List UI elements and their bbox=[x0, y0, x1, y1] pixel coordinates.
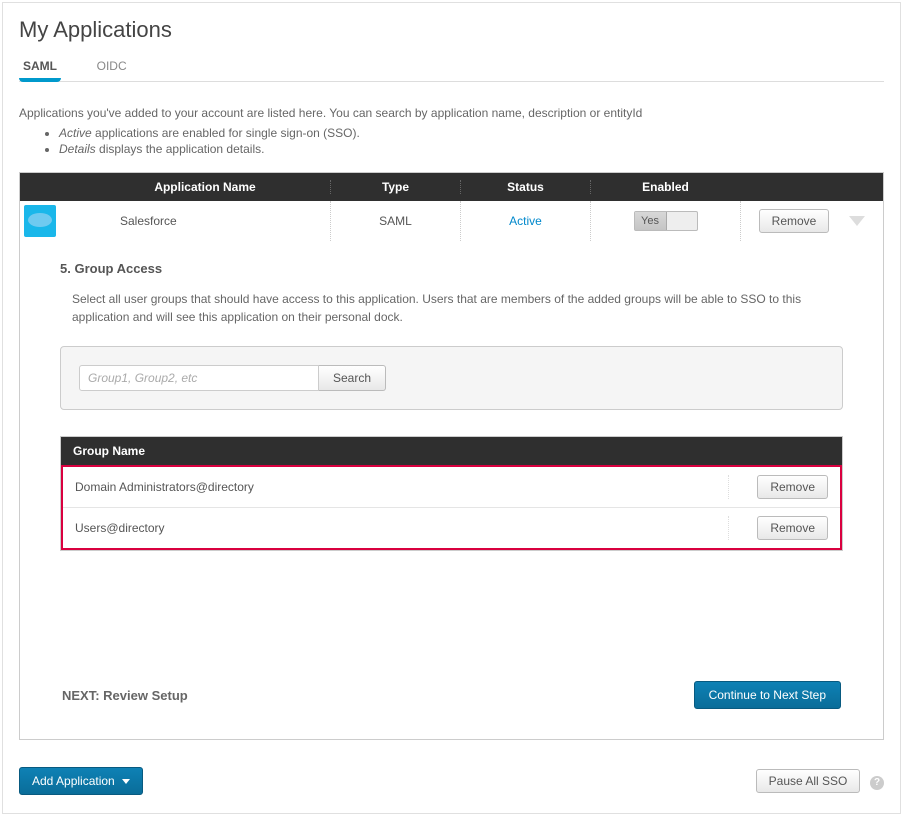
bullet-details: Details displays the application details… bbox=[59, 142, 884, 156]
bullet-active-rest: applications are enabled for single sign… bbox=[92, 126, 360, 140]
bullet-details-em: Details bbox=[59, 142, 96, 156]
group-header: Group Name bbox=[61, 437, 842, 465]
intro-text: Applications you've added to your accoun… bbox=[19, 106, 884, 120]
bullet-details-rest: displays the application details. bbox=[96, 142, 265, 156]
remove-group-button[interactable]: Remove bbox=[757, 475, 828, 499]
next-label: NEXT: Review Setup bbox=[62, 688, 188, 703]
help-icon[interactable]: ? bbox=[870, 776, 884, 790]
add-application-button[interactable]: Add Application bbox=[19, 767, 143, 795]
tab-oidc[interactable]: OIDC bbox=[93, 53, 131, 81]
group-row: Users@directory Remove bbox=[63, 508, 840, 548]
salesforce-icon bbox=[24, 205, 56, 237]
add-application-label: Add Application bbox=[32, 774, 115, 788]
app-name: Salesforce bbox=[80, 201, 330, 241]
next-row: NEXT: Review Setup Continue to Next Step bbox=[60, 681, 843, 709]
continue-button[interactable]: Continue to Next Step bbox=[694, 681, 841, 709]
step-description: Select all user groups that should have … bbox=[72, 290, 843, 326]
toggle-yes-label: Yes bbox=[635, 212, 667, 230]
app-status-link[interactable]: Active bbox=[509, 214, 542, 228]
group-rows-highlight: Domain Administrators@directory Remove U… bbox=[61, 465, 842, 550]
step-title: 5. Group Access bbox=[60, 261, 843, 276]
applications-header: Application Name Type Status Enabled bbox=[20, 173, 883, 201]
group-row: Domain Administrators@directory Remove bbox=[63, 467, 840, 508]
bullet-active: Active applications are enabled for sing… bbox=[59, 126, 884, 140]
group-search-button[interactable]: Search bbox=[319, 365, 386, 391]
applications-panel: Application Name Type Status Enabled Sal… bbox=[19, 172, 884, 740]
intro-bullets: Active applications are enabled for sing… bbox=[59, 126, 884, 156]
remove-app-button[interactable]: Remove bbox=[759, 209, 830, 233]
group-table: Group Name Domain Administrators@directo… bbox=[60, 436, 843, 551]
group-name: Domain Administrators@directory bbox=[75, 480, 728, 494]
tabs: SAML OIDC bbox=[19, 53, 884, 82]
enabled-toggle[interactable]: Yes bbox=[634, 211, 698, 231]
bullet-active-em: Active bbox=[59, 126, 92, 140]
pause-all-sso-button[interactable]: Pause All SSO bbox=[756, 769, 861, 793]
caret-down-icon bbox=[122, 779, 130, 784]
col-header-enabled: Enabled bbox=[590, 180, 740, 194]
group-search-input[interactable] bbox=[79, 365, 319, 391]
page-title: My Applications bbox=[19, 17, 884, 43]
application-row[interactable]: Salesforce SAML Active Yes Remove bbox=[20, 201, 883, 241]
step-panel: 5. Group Access Select all user groups t… bbox=[20, 241, 883, 739]
expand-row-icon[interactable] bbox=[849, 216, 865, 226]
app-type: SAML bbox=[330, 201, 460, 241]
col-header-type: Type bbox=[330, 180, 460, 194]
footer: Add Application Pause All SSO ? bbox=[19, 767, 884, 795]
col-header-name: Application Name bbox=[80, 180, 330, 194]
col-header-status: Status bbox=[460, 180, 590, 194]
group-name: Users@directory bbox=[75, 521, 728, 535]
group-search-box: Search bbox=[60, 346, 843, 410]
remove-group-button[interactable]: Remove bbox=[757, 516, 828, 540]
tab-saml[interactable]: SAML bbox=[19, 53, 61, 81]
